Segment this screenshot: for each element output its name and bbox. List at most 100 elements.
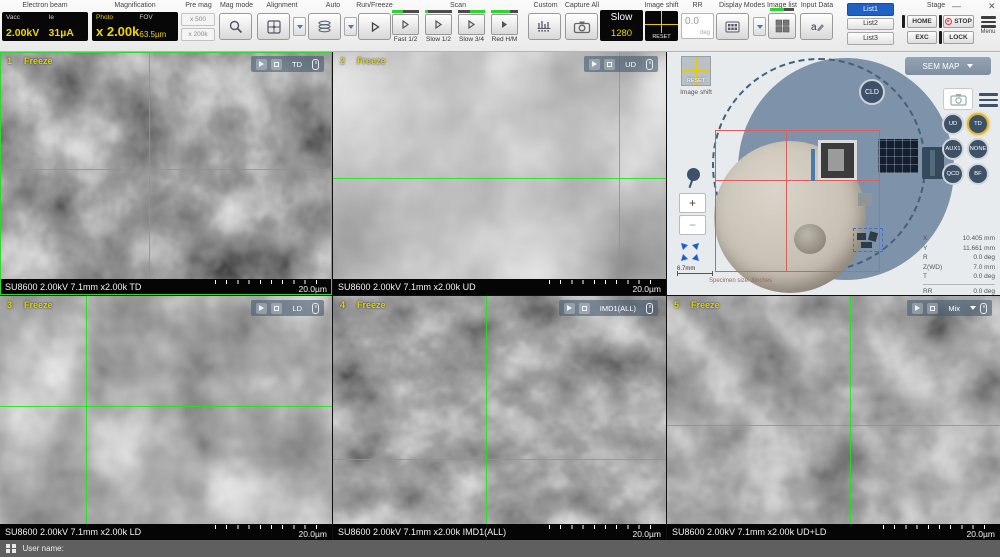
auto-stack-icon <box>316 19 333 34</box>
panel-conditions: SU8600 2.00kV 7.1mm x2.00k IMD1(ALL) <box>338 527 506 537</box>
display-modes-button[interactable] <box>716 13 749 40</box>
minimize-button[interactable]: — <box>952 1 961 11</box>
map-zoom-in-button[interactable]: + <box>679 193 706 213</box>
map-camera-button[interactable] <box>943 88 973 110</box>
panel-conditions: SU8600 2.00kV 7.1mm x2.00k UD <box>338 282 476 292</box>
map-mode-value: SEM MAP <box>923 62 960 71</box>
panel-detector-label[interactable]: Mix <box>942 304 966 313</box>
stage-lock-button[interactable]: LOCK <box>943 31 974 44</box>
sem-image-panel-5[interactable]: 5Freeze Mix SU8600 2.00kV 7.1mm x2.00k U… <box>667 296 1000 540</box>
panel-capture-button[interactable] <box>604 59 615 70</box>
panel-play-button[interactable] <box>912 303 923 314</box>
run-freeze-button[interactable] <box>358 13 391 40</box>
custom-button[interactable] <box>528 13 561 40</box>
vacc-label: Vacc <box>6 14 49 21</box>
scan-fast-button[interactable] <box>392 14 419 35</box>
specimen-sample-grid <box>878 139 918 173</box>
sem-image-panel-2[interactable]: 2Freeze UD SU8600 2.00kV 7.1mm x2.00k UD… <box>333 52 666 295</box>
alignment-dropdown-button[interactable] <box>293 17 306 36</box>
map-scale-bar: 6.7mm <box>677 266 713 274</box>
scan-red-button[interactable] <box>491 14 518 35</box>
capture-all-button[interactable] <box>565 13 598 40</box>
electron-beam-display[interactable]: Vacc Ie 2.00kV 31µA <box>2 12 88 41</box>
scan-slow12-block: Slow 1/2 <box>425 10 452 43</box>
input-data-button[interactable]: a <box>800 13 833 40</box>
panel-capture-button[interactable] <box>271 59 282 70</box>
coord-axis: RR <box>923 287 932 296</box>
coord-value: 0.0 deg <box>973 287 995 296</box>
scale-value: 20.0µm <box>632 284 661 294</box>
cld-detector-button[interactable]: CLD <box>859 79 885 105</box>
panel-number: 1 <box>7 56 12 66</box>
map-mode-dropdown[interactable]: SEM MAP <box>905 57 991 75</box>
scan-slow34-caption: Slow 3/4 <box>458 36 485 43</box>
detector-none-button[interactable]: NONE <box>967 138 989 160</box>
pin-icon[interactable] <box>687 168 700 181</box>
panel-detector-label[interactable]: TD <box>286 60 308 69</box>
rr-input[interactable]: 0.0 deg <box>681 13 714 39</box>
auto-button[interactable] <box>308 13 341 40</box>
mouse-icon[interactable] <box>646 303 653 314</box>
detector-aux1-button[interactable]: AUX1 <box>942 138 964 160</box>
chevron-down-icon <box>297 25 303 29</box>
close-button[interactable]: ✕ <box>988 1 996 12</box>
panel-capture-button[interactable] <box>927 303 938 314</box>
rr-value: 0.0 <box>685 16 710 27</box>
chevron-down-icon[interactable] <box>970 306 976 310</box>
map-fit-view-button[interactable] <box>679 241 701 263</box>
panel-detector-label[interactable]: LD <box>286 304 308 313</box>
map-scale-value: 6.7mm <box>677 266 695 272</box>
scan-slow34-button[interactable] <box>458 14 485 35</box>
map-menu-button[interactable] <box>979 93 998 107</box>
image-shift-reset-button[interactable]: RESET <box>645 34 678 40</box>
coord-value: 0.0 deg <box>973 272 995 282</box>
list1-button[interactable]: List1 <box>847 3 894 16</box>
detector-qcd-button[interactable]: QCD <box>942 163 964 185</box>
panel-play-button[interactable] <box>256 303 267 314</box>
display-modes-dropdown-button[interactable] <box>753 17 766 36</box>
sem-image-panel-1[interactable]: 1Freeze TD SU8600 2.00kV 7.1mm x2.00k TD… <box>0 52 332 295</box>
panel-play-button[interactable] <box>256 59 267 70</box>
panel-play-button[interactable] <box>589 59 600 70</box>
panel-play-button[interactable] <box>564 303 575 314</box>
pre-mag-x500-button[interactable]: x 500 <box>181 13 215 26</box>
mouse-icon[interactable] <box>646 59 653 70</box>
stage-exc-button[interactable]: EXC <box>907 31 937 44</box>
photo-label: Photo <box>96 14 139 21</box>
pre-mag-x200k-button[interactable]: x 200k <box>181 28 215 41</box>
panel-capture-button[interactable] <box>579 303 590 314</box>
list3-button[interactable]: List3 <box>847 32 894 45</box>
mouse-icon[interactable] <box>312 303 319 314</box>
map-zoom-out-button[interactable]: − <box>679 215 706 235</box>
list2-button[interactable]: List2 <box>847 18 894 31</box>
capture-all-group: Capture All <box>565 0 599 52</box>
mag-mode-button[interactable] <box>219 13 252 40</box>
sem-image-panel-4[interactable]: 4Freeze IMD1(ALL) SU8600 2.00kV 7.1mm x2… <box>333 296 666 540</box>
crosshair-horizontal <box>0 406 332 407</box>
panel-status-bar: SU8600 2.00kV 7.1mm x2.00k UD+LD 20.0µm <box>667 524 1000 540</box>
mouse-icon[interactable] <box>980 303 987 314</box>
panel-detector-label[interactable]: UD <box>619 60 642 69</box>
panel-capture-button[interactable] <box>271 303 282 314</box>
scan-slow12-button[interactable] <box>425 14 452 35</box>
mouse-icon[interactable] <box>312 59 319 70</box>
menu-button[interactable] <box>978 16 998 28</box>
image-list-progress-bar <box>770 8 794 11</box>
detector-bf-button[interactable]: BF <box>967 163 989 185</box>
panel-detector-label[interactable]: IMD1(ALL) <box>594 304 642 313</box>
freeze-status: Freeze <box>24 300 53 310</box>
sem-image-panel-3[interactable]: 3Freeze LD SU8600 2.00kV 7.1mm x2.00k LD… <box>0 296 332 540</box>
magnification-display[interactable]: Photo FOV x 2.00k 63.5µm <box>92 12 178 41</box>
detector-td-button[interactable]: TD <box>967 113 989 135</box>
capture-square-icon <box>607 62 612 67</box>
image-shift-pad[interactable]: RESET <box>645 11 678 41</box>
capture-square-icon <box>582 306 587 311</box>
sem-map-panel[interactable]: CLD SEM MAP UD TD AUX1 NONE QCD BF X10.4… <box>667 52 1000 295</box>
alignment-button[interactable] <box>257 13 290 40</box>
auto-dropdown-button[interactable] <box>344 17 357 36</box>
detector-ud-button[interactable]: UD <box>942 113 964 135</box>
stage-stop-button[interactable]: STOP <box>943 15 974 28</box>
map-image-shift-reset-button[interactable]: RESET <box>681 56 711 86</box>
stage-home-button[interactable]: HOME <box>907 15 937 28</box>
image-list-button[interactable] <box>768 13 796 39</box>
